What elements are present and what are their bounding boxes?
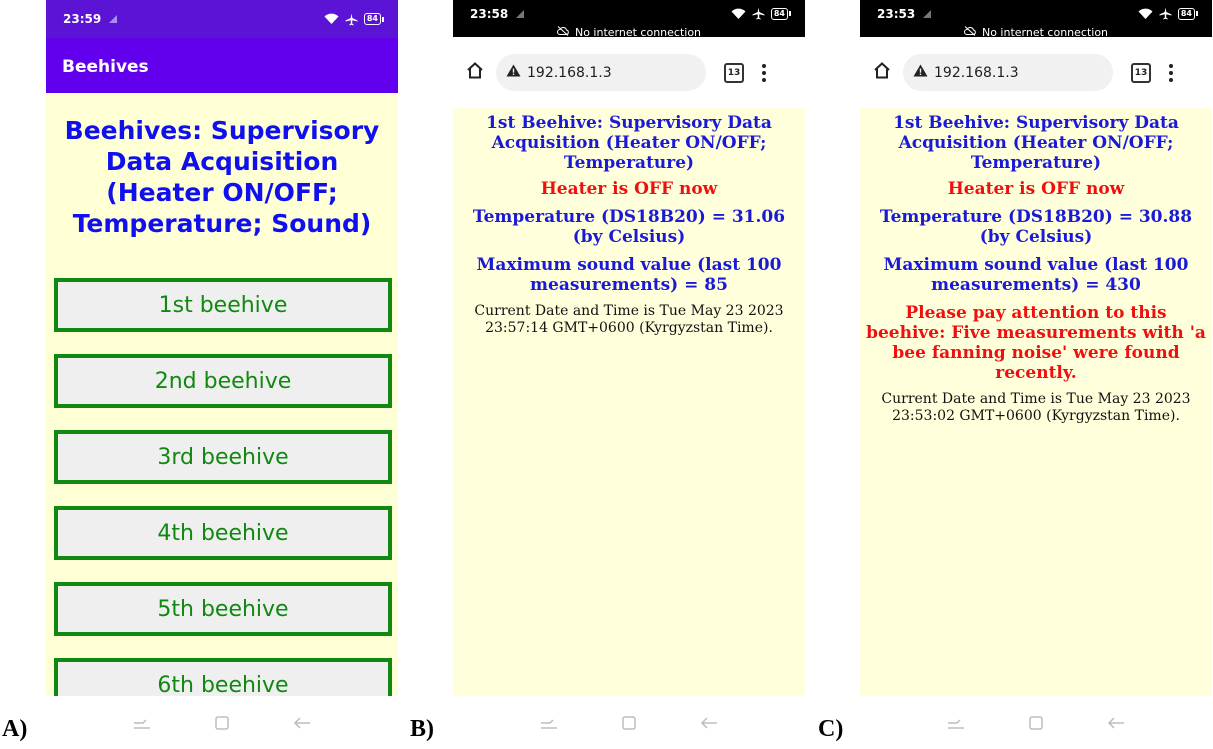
warning-icon[interactable]	[913, 64, 928, 81]
back-icon[interactable]	[291, 712, 313, 734]
app-bar: Beehives	[46, 38, 398, 93]
heater-status: Heater is OFF now	[947, 179, 1125, 199]
beehive-5-button[interactable]: 5th beehive	[54, 582, 392, 636]
home-square-icon[interactable]	[211, 712, 233, 734]
heater-status: Heater is OFF now	[540, 179, 718, 199]
menu-icon[interactable]	[1169, 63, 1173, 82]
system-nav-bar	[860, 696, 1212, 749]
page-heading: Beehives: Supervisory Data Acquisition (…	[64, 116, 380, 238]
home-icon[interactable]	[873, 62, 891, 83]
web-page: 1st Beehive: Supervisory Data Acquisitio…	[860, 108, 1212, 696]
signal-icon	[515, 9, 525, 19]
beehive-3-button[interactable]: 3rd beehive	[54, 430, 392, 484]
airplane-icon	[752, 7, 765, 20]
airplane-icon	[1159, 7, 1172, 20]
phone-panel-a: 23:59 84 Beehives Beehives: Supervisory …	[46, 0, 398, 749]
fanning-warning: Please pay attention to this beehive: Fi…	[866, 303, 1206, 383]
signal-icon	[108, 14, 118, 24]
system-nav-bar	[453, 696, 805, 749]
sound-reading: Maximum sound value (last 100 measuremen…	[883, 255, 1189, 295]
recents-icon[interactable]	[538, 712, 560, 734]
beehive-2-button[interactable]: 2nd beehive	[54, 354, 392, 408]
page-title: 1st Beehive: Supervisory Data Acquisitio…	[486, 113, 772, 173]
warning-icon[interactable]	[506, 64, 521, 81]
recents-icon[interactable]	[131, 712, 153, 734]
url-text: 192.168.1.3	[527, 64, 612, 81]
status-time: 23:53	[877, 7, 916, 21]
recents-icon[interactable]	[945, 712, 967, 734]
browser-toolbar: 192.168.1.3 13	[860, 37, 1212, 108]
wifi-icon	[731, 8, 746, 20]
back-icon[interactable]	[1105, 712, 1127, 734]
temperature-reading: Temperature (DS18B20) = 31.06 (by Celsiu…	[472, 207, 786, 247]
battery-level: 84	[1177, 7, 1195, 20]
panel-label-a: A)	[2, 716, 28, 742]
status-time: 23:59	[63, 12, 102, 26]
home-square-icon[interactable]	[618, 712, 640, 734]
home-square-icon[interactable]	[1025, 712, 1047, 734]
home-icon[interactable]	[466, 62, 484, 83]
beehive-1-button[interactable]: 1st beehive	[54, 278, 392, 332]
app-content: Beehives: Supervisory Data Acquisition (…	[46, 93, 398, 696]
wifi-icon	[324, 13, 339, 25]
tab-switcher-icon[interactable]: 13	[1131, 62, 1151, 83]
beehive-4-button[interactable]: 4th beehive	[54, 506, 392, 560]
url-text: 192.168.1.3	[934, 64, 1019, 81]
sound-reading: Maximum sound value (last 100 measuremen…	[476, 255, 782, 295]
phone-panel-b: 23:58 84 No internet connection 192.168.…	[453, 0, 805, 749]
panel-label-b: B)	[410, 716, 434, 742]
wifi-icon	[1138, 8, 1153, 20]
web-page: 1st Beehive: Supervisory Data Acquisitio…	[453, 108, 805, 696]
temperature-reading: Temperature (DS18B20) = 30.88 (by Celsiu…	[879, 207, 1193, 247]
battery-icon: 84	[1177, 7, 1198, 20]
system-nav-bar	[46, 696, 398, 749]
beehive-6-button[interactable]: 6th beehive	[54, 658, 392, 696]
status-bar: 23:59 84	[46, 0, 398, 38]
battery-icon: 84	[770, 7, 791, 20]
url-bar[interactable]: 192.168.1.3	[496, 54, 706, 91]
date-time: Current Date and Time is Tue May 23 2023…	[474, 303, 784, 336]
date-time: Current Date and Time is Tue May 23 2023…	[881, 391, 1191, 424]
browser-toolbar: 192.168.1.3 13	[453, 37, 805, 108]
page-title: 1st Beehive: Supervisory Data Acquisitio…	[893, 113, 1179, 173]
url-bar[interactable]: 192.168.1.3	[903, 54, 1113, 91]
battery-level: 84	[770, 7, 788, 20]
tab-switcher-icon[interactable]: 13	[724, 62, 744, 83]
back-icon[interactable]	[698, 712, 720, 734]
menu-icon[interactable]	[762, 63, 766, 82]
signal-icon	[922, 9, 932, 19]
battery-icon: 84	[363, 13, 384, 25]
battery-level: 84	[363, 13, 381, 25]
app-title: Beehives	[62, 57, 149, 77]
status-time: 23:58	[470, 7, 509, 21]
phone-panel-c: 23:53 84 No internet connection 192.168.…	[860, 0, 1212, 749]
panel-label-c: C)	[818, 716, 844, 742]
airplane-icon	[345, 13, 358, 26]
beehive-button-list: 1st beehive 2nd beehive 3rd beehive 4th …	[54, 278, 392, 696]
